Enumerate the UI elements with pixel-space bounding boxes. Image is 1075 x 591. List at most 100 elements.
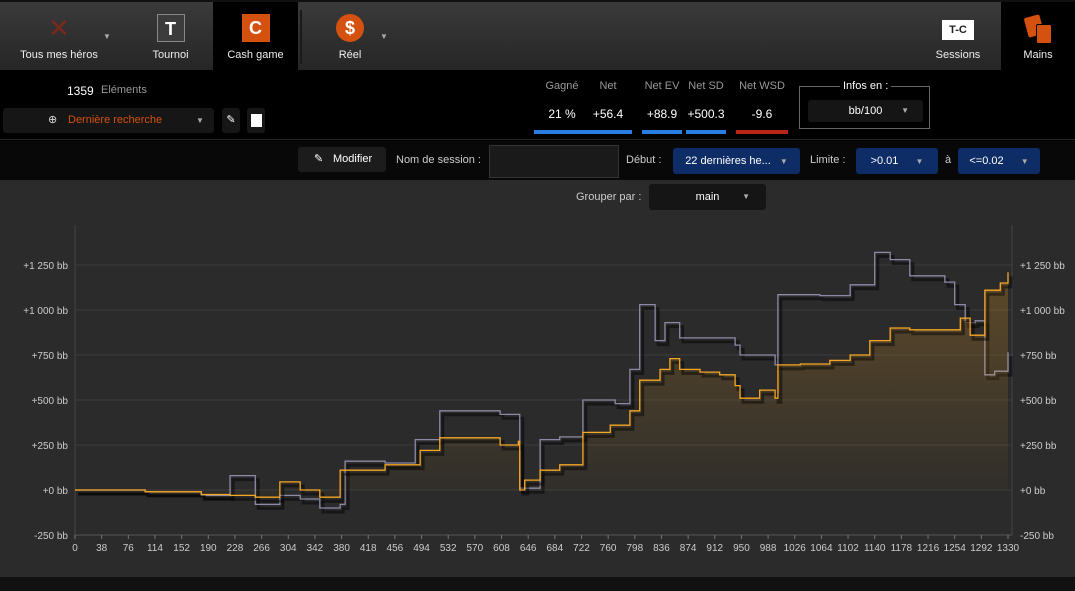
infos-group: Infos en : bb/100 ▼ — [799, 80, 930, 129]
chevron-down-icon: ▼ — [196, 116, 204, 125]
y-tick-label-right: +1 250 bb — [1020, 261, 1065, 272]
x-tick-label: 1292 — [970, 543, 993, 554]
tournament-icon: T — [156, 14, 185, 42]
x-tick-label: 76 — [123, 543, 135, 554]
x-tick-label: 380 — [333, 543, 350, 554]
x-tick-label: 494 — [413, 543, 430, 554]
modify-label: Modifier — [333, 153, 373, 165]
x-tick-label: 342 — [307, 543, 324, 554]
session-name-label: Nom de session : — [396, 154, 481, 166]
y-tick-label-right: +1 000 bb — [1020, 306, 1065, 317]
heroes-tab[interactable]: ✕ ▼ Tous mes héros — [0, 2, 118, 72]
y-tick-label-right: -250 bb — [1020, 531, 1054, 542]
x-tick-label: 1064 — [810, 543, 833, 554]
x-tick-label: 190 — [200, 543, 217, 554]
x-tick-label: 988 — [760, 543, 777, 554]
y-tick-label-left: +250 bb — [32, 441, 69, 452]
x-tick-label: 418 — [360, 543, 377, 554]
start-label: Début : — [626, 154, 662, 166]
limit-to-dropdown[interactable]: <=0.02 ▼ — [958, 148, 1040, 174]
x-tick-label: 532 — [440, 543, 457, 554]
tournament-label: Tournoi — [152, 49, 189, 61]
x-tick-label: 1330 — [997, 543, 1020, 554]
x-tick-label: 684 — [546, 543, 563, 554]
chevron-down-icon: ▼ — [915, 157, 924, 166]
top-toolbar: ✕ ▼ Tous mes héros T Tournoi C Cash game… — [0, 0, 1075, 72]
stat-net-wsd: Net WSD -9.6 — [732, 80, 792, 134]
chevron-down-icon: ▼ — [1020, 157, 1029, 166]
real-money-tab[interactable]: $ ▼ Réel — [305, 2, 395, 72]
hero-logo-icon: ✕ — [48, 13, 70, 43]
y-tick-label-left: -250 bb — [34, 531, 68, 542]
element-count-label: Eléments — [101, 84, 147, 96]
y-tick-label-left: +1 250 bb — [23, 261, 68, 272]
x-tick-label: 570 — [467, 543, 484, 554]
cash-game-label: Cash game — [227, 49, 284, 61]
heroes-label: Tous mes héros — [20, 49, 98, 61]
limit-from-dropdown[interactable]: >0.01 ▼ — [856, 148, 938, 174]
stat-bar — [584, 130, 632, 134]
x-tick-label: 228 — [227, 543, 244, 554]
y-tick-label-right: +500 bb — [1020, 396, 1057, 407]
element-count: 1359 — [67, 84, 94, 98]
cash-game-tab[interactable]: C Cash game — [213, 2, 298, 72]
stat-net-sd: Net SD +500.3 — [676, 80, 736, 134]
x-tick-label: 836 — [653, 543, 670, 554]
modify-button[interactable]: ✎ Modifier — [298, 147, 386, 172]
tournament-tab[interactable]: T Tournoi — [128, 2, 213, 72]
edit-pencil-button[interactable]: ✎ — [222, 108, 240, 133]
start-dropdown[interactable]: 22 dernières he... ▼ — [673, 148, 800, 174]
session-name-input[interactable] — [489, 145, 619, 178]
filter-bar: ✎ Modifier Nom de session : Début : 22 d… — [0, 141, 1075, 180]
copy-icon — [251, 114, 262, 127]
y-tick-label-right: +750 bb — [1020, 351, 1057, 362]
x-tick-label: 1254 — [944, 543, 967, 554]
stat-bar — [736, 130, 788, 134]
y-tick-label-left: +0 bb — [43, 486, 69, 497]
y-tick-label-left: +750 bb — [32, 351, 69, 362]
chevron-down-icon: ▼ — [901, 106, 909, 115]
infos-legend: Infos en : — [840, 80, 892, 92]
chevron-down-icon: ▼ — [380, 32, 388, 41]
x-tick-label: 608 — [493, 543, 510, 554]
x-tick-label: 114 — [147, 543, 163, 554]
x-tick-label: 912 — [706, 543, 723, 554]
copy-button[interactable] — [247, 108, 265, 133]
hands-label: Mains — [1023, 49, 1053, 61]
x-tick-label: 722 — [573, 543, 590, 554]
stat-bar — [686, 130, 726, 134]
bottom-bar — [0, 577, 1075, 591]
summary-row: 1359 Eléments ⊕ Dernière recherche ▼ ✎ G… — [0, 70, 1075, 140]
y-tick-label-right: +0 bb — [1020, 486, 1046, 497]
last-search-label: Dernière recherche — [68, 114, 163, 126]
x-tick-label: 1140 — [864, 543, 886, 554]
pencil-icon: ✎ — [314, 153, 324, 165]
sessions-folder-icon: T-C — [942, 20, 974, 40]
net-area — [75, 272, 1008, 498]
sessions-tab[interactable]: T-C Sessions — [918, 2, 998, 72]
chevron-down-icon: ▼ — [103, 32, 111, 41]
x-tick-label: 950 — [733, 543, 750, 554]
x-tick-label: 1178 — [891, 543, 913, 554]
cash-game-icon: C — [241, 14, 270, 42]
x-tick-label: 646 — [520, 543, 537, 554]
x-tick-label: 0 — [72, 543, 78, 554]
x-tick-label: 1216 — [917, 543, 940, 554]
stat-net: Net +56.4 — [578, 80, 638, 134]
dollar-coin-icon: $ — [336, 14, 364, 42]
x-tick-label: 798 — [626, 543, 643, 554]
chevron-down-icon: ▼ — [779, 157, 788, 166]
y-tick-label-left: +500 bb — [32, 396, 69, 407]
unit-dropdown[interactable]: bb/100 ▼ — [808, 100, 923, 122]
last-search-dropdown[interactable]: ⊕ Dernière recherche ▼ — [3, 108, 214, 133]
hands-tab[interactable]: Mains — [1001, 2, 1075, 72]
sessions-label: Sessions — [935, 49, 981, 61]
x-tick-label: 38 — [96, 543, 108, 554]
x-tick-label: 304 — [280, 543, 297, 554]
limit-label: Limite : — [810, 154, 846, 166]
x-tick-label: 760 — [600, 543, 617, 554]
zoom-search-icon: ⊕ — [48, 114, 58, 126]
x-tick-label: 266 — [253, 543, 270, 554]
y-tick-label-left: +1 000 bb — [23, 306, 68, 317]
cards-icon — [1023, 14, 1052, 44]
